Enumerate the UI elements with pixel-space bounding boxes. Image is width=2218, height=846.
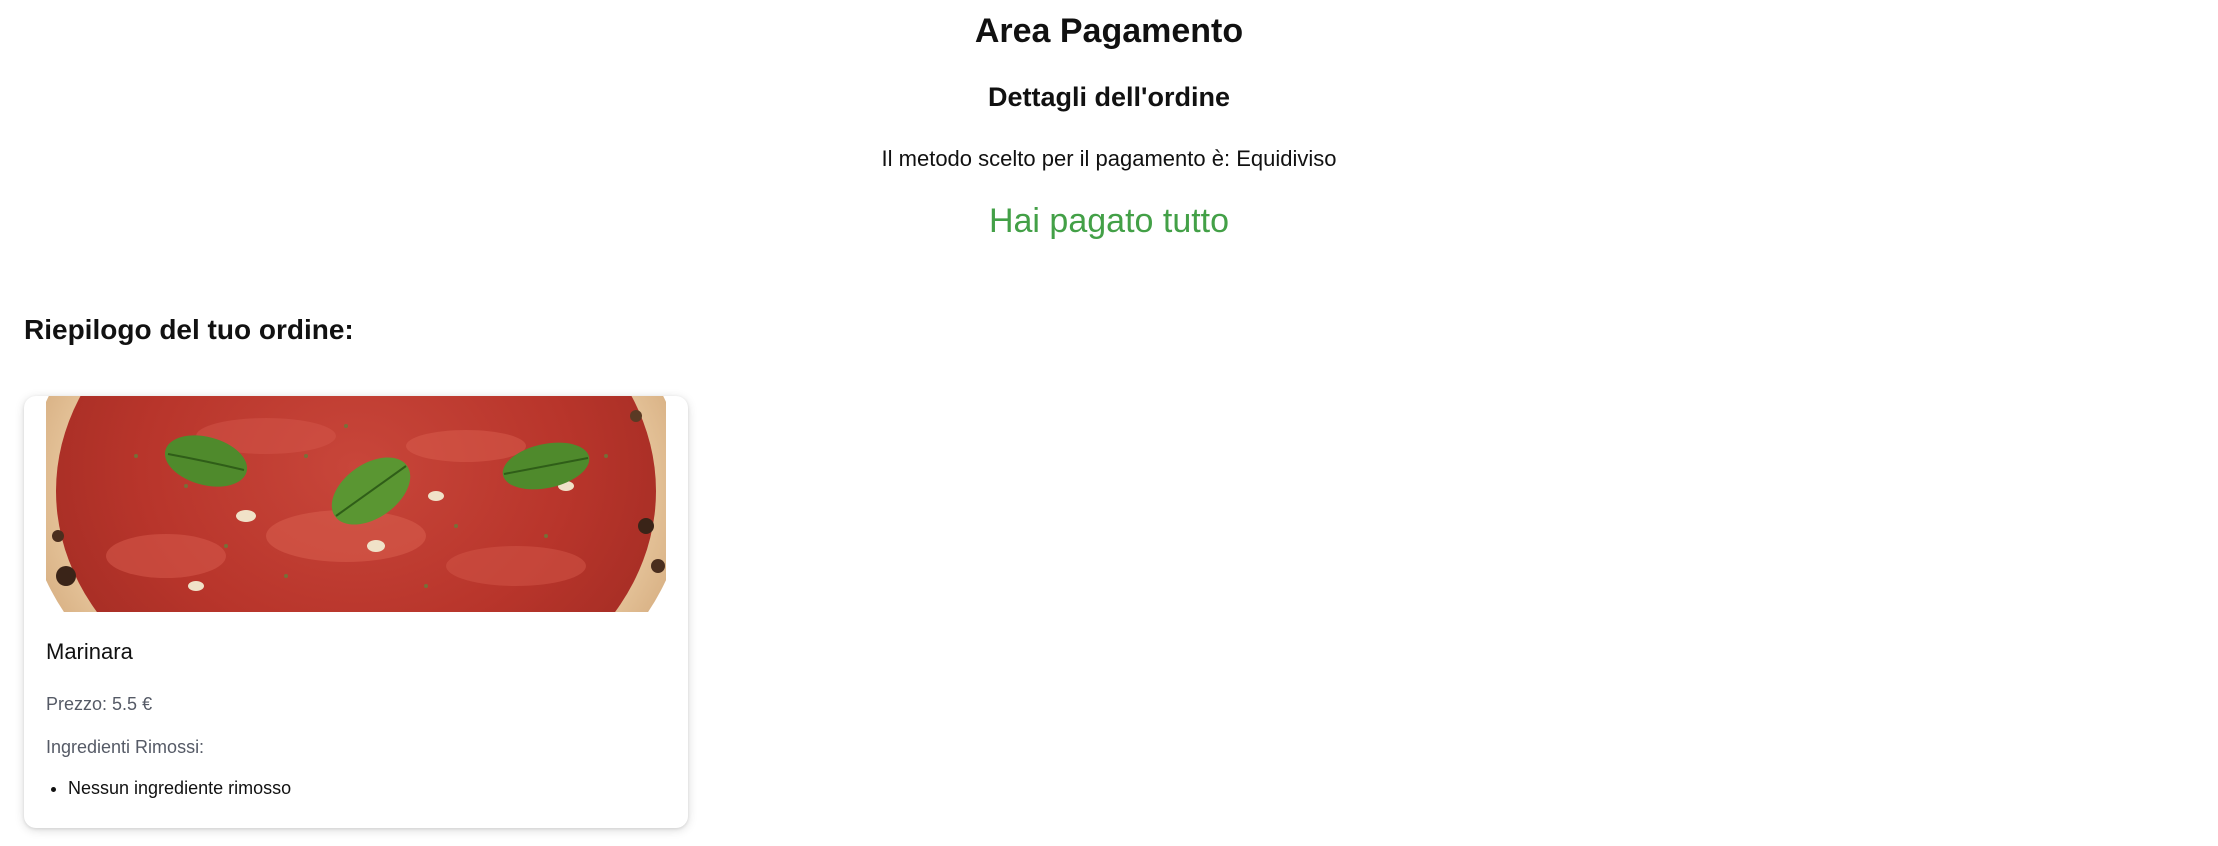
order-summary-heading: Riepilogo del tuo ordine: — [24, 314, 354, 345]
payment-method-text: Il metodo scelto per il pagamento è: Equ… — [0, 146, 2218, 172]
payment-status-message: Hai pagato tutto — [988, 202, 1230, 240]
price-value: 5.5 € — [112, 694, 153, 714]
payment-page: Area Pagamento Dettagli dell'ordine Il m… — [0, 0, 2218, 846]
list-item: Nessun ingrediente rimosso — [68, 778, 291, 799]
item-name: Marinara — [46, 639, 133, 664]
item-price: Prezzo: 5.5 € — [46, 694, 152, 715]
order-details-heading: Dettagli dell'ordine — [988, 82, 1230, 112]
removed-ingredients-list: Nessun ingrediente rimosso — [46, 778, 291, 799]
removed-ingredients-label: Ingredienti Rimossi: — [46, 737, 205, 757]
price-label: Prezzo: — [46, 694, 108, 714]
payment-method-value: Equidiviso — [1236, 146, 1337, 171]
page-title: Area Pagamento — [974, 12, 1244, 50]
pizza-marinara-image — [46, 396, 666, 612]
order-item-card: Marinara Prezzo: 5.5 € Ingredienti Rimos… — [24, 396, 688, 828]
payment-method-label: Il metodo scelto per il pagamento è: — [881, 146, 1231, 171]
